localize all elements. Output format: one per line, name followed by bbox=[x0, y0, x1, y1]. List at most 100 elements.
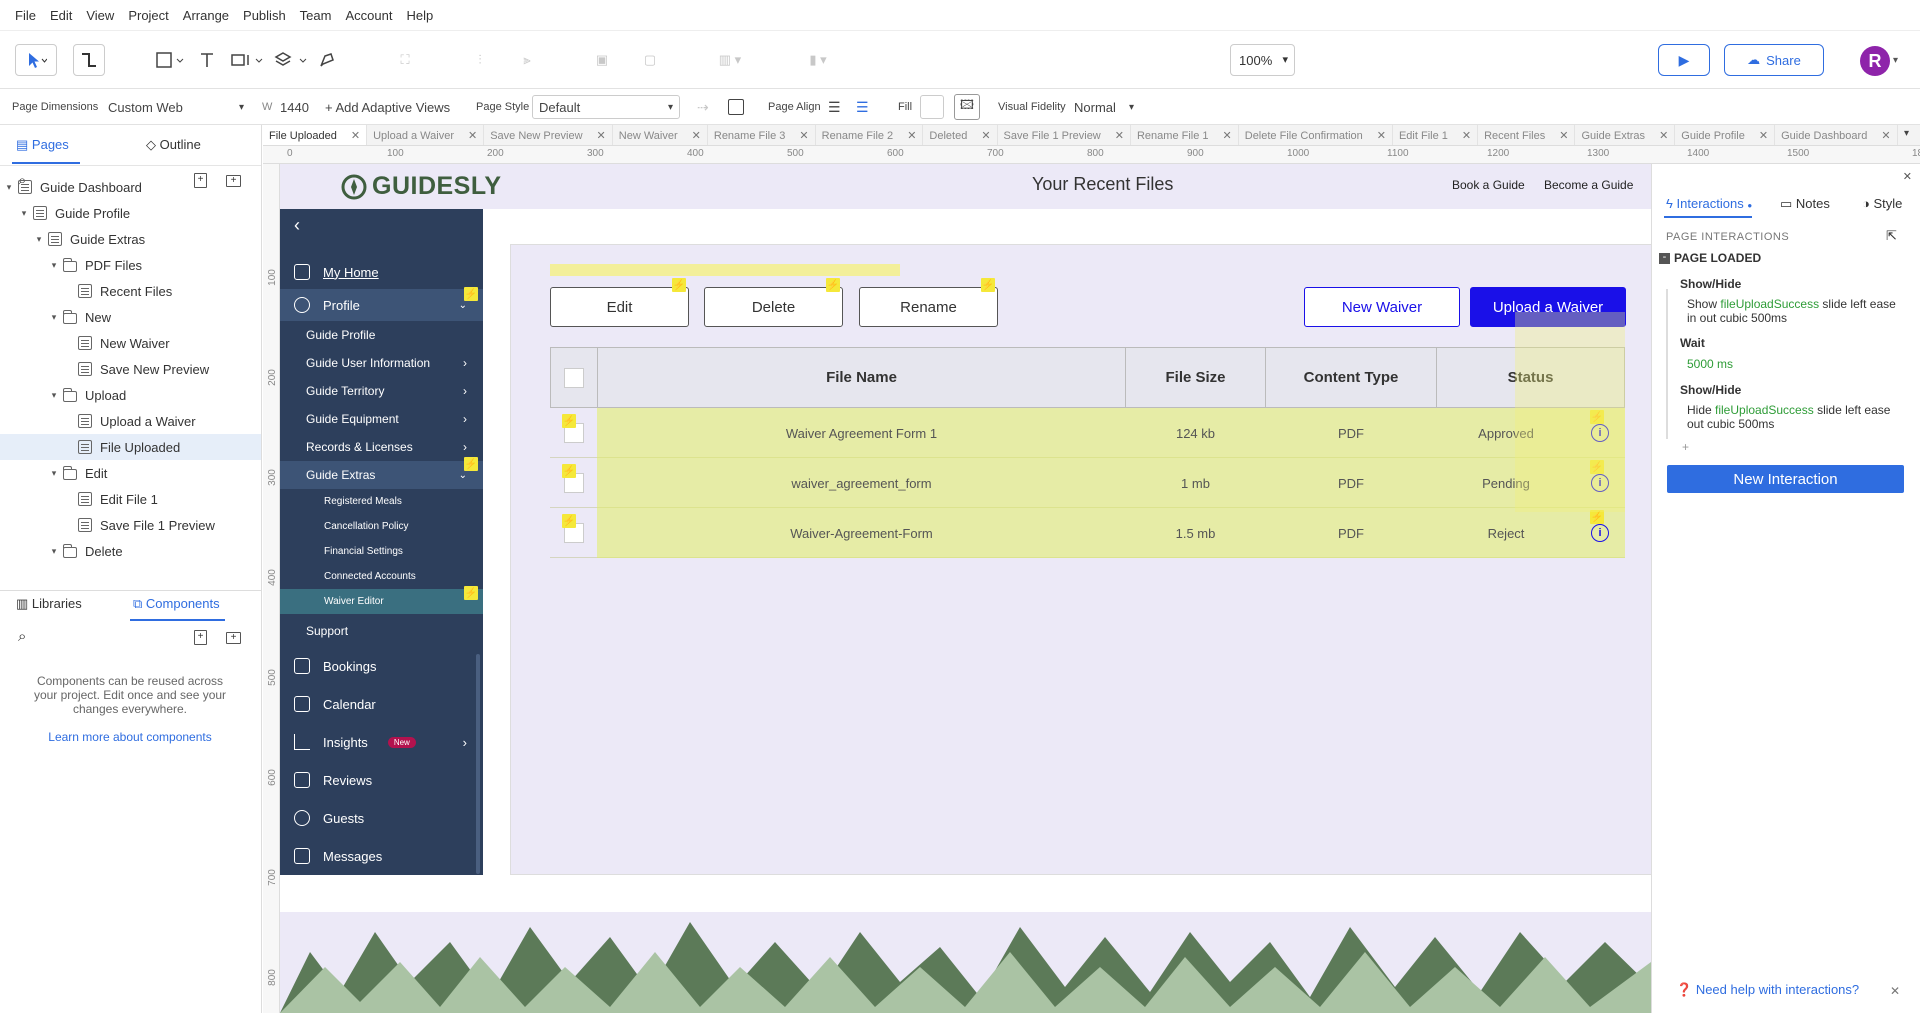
menu-file[interactable]: File bbox=[15, 8, 36, 23]
nav-guests[interactable]: Guests bbox=[280, 799, 483, 837]
close-tab-icon[interactable]: ✕ bbox=[1115, 129, 1124, 142]
select-all-checkbox[interactable] bbox=[564, 367, 584, 388]
action-wait[interactable]: Wait bbox=[1680, 336, 1705, 350]
close-tab-icon[interactable]: ✕ bbox=[692, 129, 701, 142]
arrange-icon[interactable]: ▥ ▾ bbox=[712, 44, 748, 76]
edit-button[interactable]: Edit bbox=[550, 287, 689, 327]
close-panel-icon[interactable]: ✕ bbox=[1903, 170, 1912, 183]
header-file-name[interactable]: File Name bbox=[597, 347, 1126, 408]
add-folder-icon[interactable]: + bbox=[226, 632, 241, 644]
nav-messages[interactable]: Messages bbox=[280, 837, 483, 875]
menu-project[interactable]: Project bbox=[128, 8, 168, 23]
table-row[interactable]: ⚡ Waiver-Agreement-Form 1.5 mb PDF Reject i ⚡ bbox=[550, 508, 1625, 558]
close-tab-icon[interactable]: ✕ bbox=[468, 129, 477, 142]
nav-guide-territory[interactable]: Guide Territory › bbox=[280, 377, 483, 405]
close-tab-icon[interactable]: ✕ bbox=[1462, 129, 1471, 142]
tab-page[interactable]: Deleted ✕ bbox=[923, 125, 998, 145]
chevron-down-icon[interactable]: ▾ bbox=[49, 390, 59, 401]
tree-item[interactable]: New Waiver bbox=[0, 330, 261, 356]
tree-item[interactable]: ▾ Guide Extras bbox=[0, 226, 261, 252]
nav-guide-profile[interactable]: Guide Profile bbox=[280, 321, 483, 349]
connector-tool-button[interactable] bbox=[73, 44, 105, 76]
tree-item[interactable]: Edit File 1 bbox=[0, 486, 261, 512]
tree-item[interactable]: ▾ Delete bbox=[0, 538, 261, 564]
rename-button[interactable]: Rename bbox=[859, 287, 998, 327]
new-interaction-button[interactable]: New Interaction bbox=[1667, 465, 1904, 493]
new-waiver-button[interactable]: New Waiver bbox=[1304, 287, 1460, 327]
tree-item[interactable]: ▾ Guide Dashboard bbox=[0, 174, 261, 200]
close-tab-icon[interactable]: ✕ bbox=[1377, 129, 1386, 142]
tree-item[interactable]: Save New Preview bbox=[0, 356, 261, 382]
tab-page[interactable]: File Uploaded ✕ bbox=[263, 125, 368, 145]
zoom-select[interactable]: 100% ▾ bbox=[1230, 44, 1295, 76]
menu-team[interactable]: Team bbox=[300, 8, 332, 23]
tab-components[interactable]: ⧉ Components bbox=[133, 596, 220, 612]
add-action-icon[interactable]: + bbox=[1682, 440, 1689, 454]
ungroup-icon[interactable]: ▢ bbox=[640, 44, 660, 76]
header-file-size[interactable]: File Size bbox=[1125, 347, 1266, 408]
nav-calendar[interactable]: Calendar bbox=[280, 685, 483, 723]
book-guide-link[interactable]: Book a Guide bbox=[1452, 178, 1525, 192]
align-icon[interactable]: ⫶ bbox=[470, 44, 490, 76]
tree-item[interactable]: Recent Files bbox=[0, 278, 261, 304]
close-tab-icon[interactable]: ✕ bbox=[1759, 129, 1768, 142]
tab-page[interactable]: New Waiver ✕ bbox=[613, 125, 708, 145]
add-adaptive-views-button[interactable]: + Add Adaptive Views bbox=[325, 89, 450, 125]
tab-style[interactable]: ◑ Style bbox=[1862, 196, 1902, 211]
search-icon[interactable]: ⌕ bbox=[18, 628, 26, 645]
become-guide-link[interactable]: Become a Guide bbox=[1544, 178, 1633, 192]
header-content-type[interactable]: Content Type bbox=[1265, 347, 1437, 408]
page-style-edit-icon[interactable] bbox=[728, 99, 744, 115]
menu-help[interactable]: Help bbox=[406, 8, 433, 23]
tab-notes[interactable]: ▭ Notes bbox=[1780, 196, 1830, 212]
tab-page[interactable]: Guide Profile ✕ bbox=[1675, 125, 1776, 145]
nav-bookings[interactable]: Bookings bbox=[280, 647, 483, 685]
page-dimensions-select[interactable]: Custom Web ▾ bbox=[102, 95, 250, 119]
tree-item[interactable]: ▾ PDF Files bbox=[0, 252, 261, 278]
close-tab-icon[interactable]: ✕ bbox=[1223, 129, 1232, 142]
fill-color-swatch[interactable] bbox=[920, 95, 944, 119]
nav-waiver-editor[interactable]: Waiver Editor bbox=[280, 589, 483, 614]
chevron-down-icon[interactable]: ▾ bbox=[19, 208, 29, 219]
nav-registered-meals[interactable]: Registered Meals bbox=[280, 489, 483, 514]
close-tab-icon[interactable]: ✕ bbox=[1559, 129, 1568, 142]
sidebar-scrollbar[interactable] bbox=[476, 654, 480, 874]
tabs-overflow-icon[interactable]: ▾ bbox=[1904, 128, 1909, 139]
nav-guide-user-info[interactable]: Guide User Information › bbox=[280, 349, 483, 377]
tree-item[interactable]: ▾ Edit bbox=[0, 460, 261, 486]
tree-item[interactable]: ▾ New bbox=[0, 304, 261, 330]
share-button[interactable]: ☁ Share bbox=[1724, 44, 1824, 76]
nav-cancellation-policy[interactable]: Cancellation Policy bbox=[280, 514, 483, 539]
nav-support[interactable]: Support bbox=[280, 616, 483, 646]
close-tab-icon[interactable]: ✕ bbox=[907, 129, 916, 142]
preview-button[interactable]: ▶ bbox=[1658, 44, 1710, 76]
tree-item[interactable]: ▾ Upload bbox=[0, 382, 261, 408]
nav-guide-equipment[interactable]: Guide Equipment › bbox=[280, 405, 483, 433]
action-show-hide[interactable]: Show/Hide bbox=[1680, 383, 1741, 397]
avatar[interactable]: R bbox=[1860, 46, 1890, 76]
nav-my-home[interactable]: My Home bbox=[280, 256, 483, 288]
tree-item[interactable]: File Uploaded bbox=[0, 434, 261, 460]
text-tool-button[interactable] bbox=[197, 44, 217, 76]
menu-view[interactable]: View bbox=[86, 8, 114, 23]
nav-insights[interactable]: Insights New › bbox=[280, 723, 483, 761]
align-left-icon[interactable]: ☰ bbox=[828, 89, 841, 125]
tab-pages[interactable]: ▤ Pages bbox=[16, 137, 69, 153]
action-show-hide[interactable]: Show/Hide bbox=[1680, 277, 1741, 291]
chevron-down-icon[interactable]: ▾ bbox=[4, 182, 14, 193]
nav-financial-settings[interactable]: Financial Settings bbox=[280, 539, 483, 564]
close-help-icon[interactable]: ✕ bbox=[1890, 984, 1900, 998]
visual-fidelity-select[interactable]: Normal ▾ bbox=[1068, 95, 1140, 119]
collapse-icon[interactable]: - bbox=[1659, 252, 1670, 264]
event-page-loaded[interactable]: PAGE LOADED bbox=[1674, 251, 1761, 265]
order-icon[interactable]: ▮ ▾ bbox=[800, 44, 836, 76]
layers-tool-button[interactable] bbox=[272, 44, 312, 76]
tab-libraries[interactable]: ▥ Libraries bbox=[16, 596, 82, 612]
close-tab-icon[interactable]: ✕ bbox=[1659, 129, 1668, 142]
help-interactions-link[interactable]: ❓ Need help with interactions? bbox=[1676, 982, 1859, 998]
table-row[interactable]: ⚡ Waiver Agreement Form 1 124 kb PDF Approve… bbox=[550, 408, 1625, 458]
chevron-down-icon[interactable]: ▾ bbox=[34, 234, 44, 245]
menu-arrange[interactable]: Arrange bbox=[183, 8, 229, 23]
menu-account[interactable]: Account bbox=[345, 8, 392, 23]
add-component-icon[interactable]: + bbox=[194, 630, 207, 645]
